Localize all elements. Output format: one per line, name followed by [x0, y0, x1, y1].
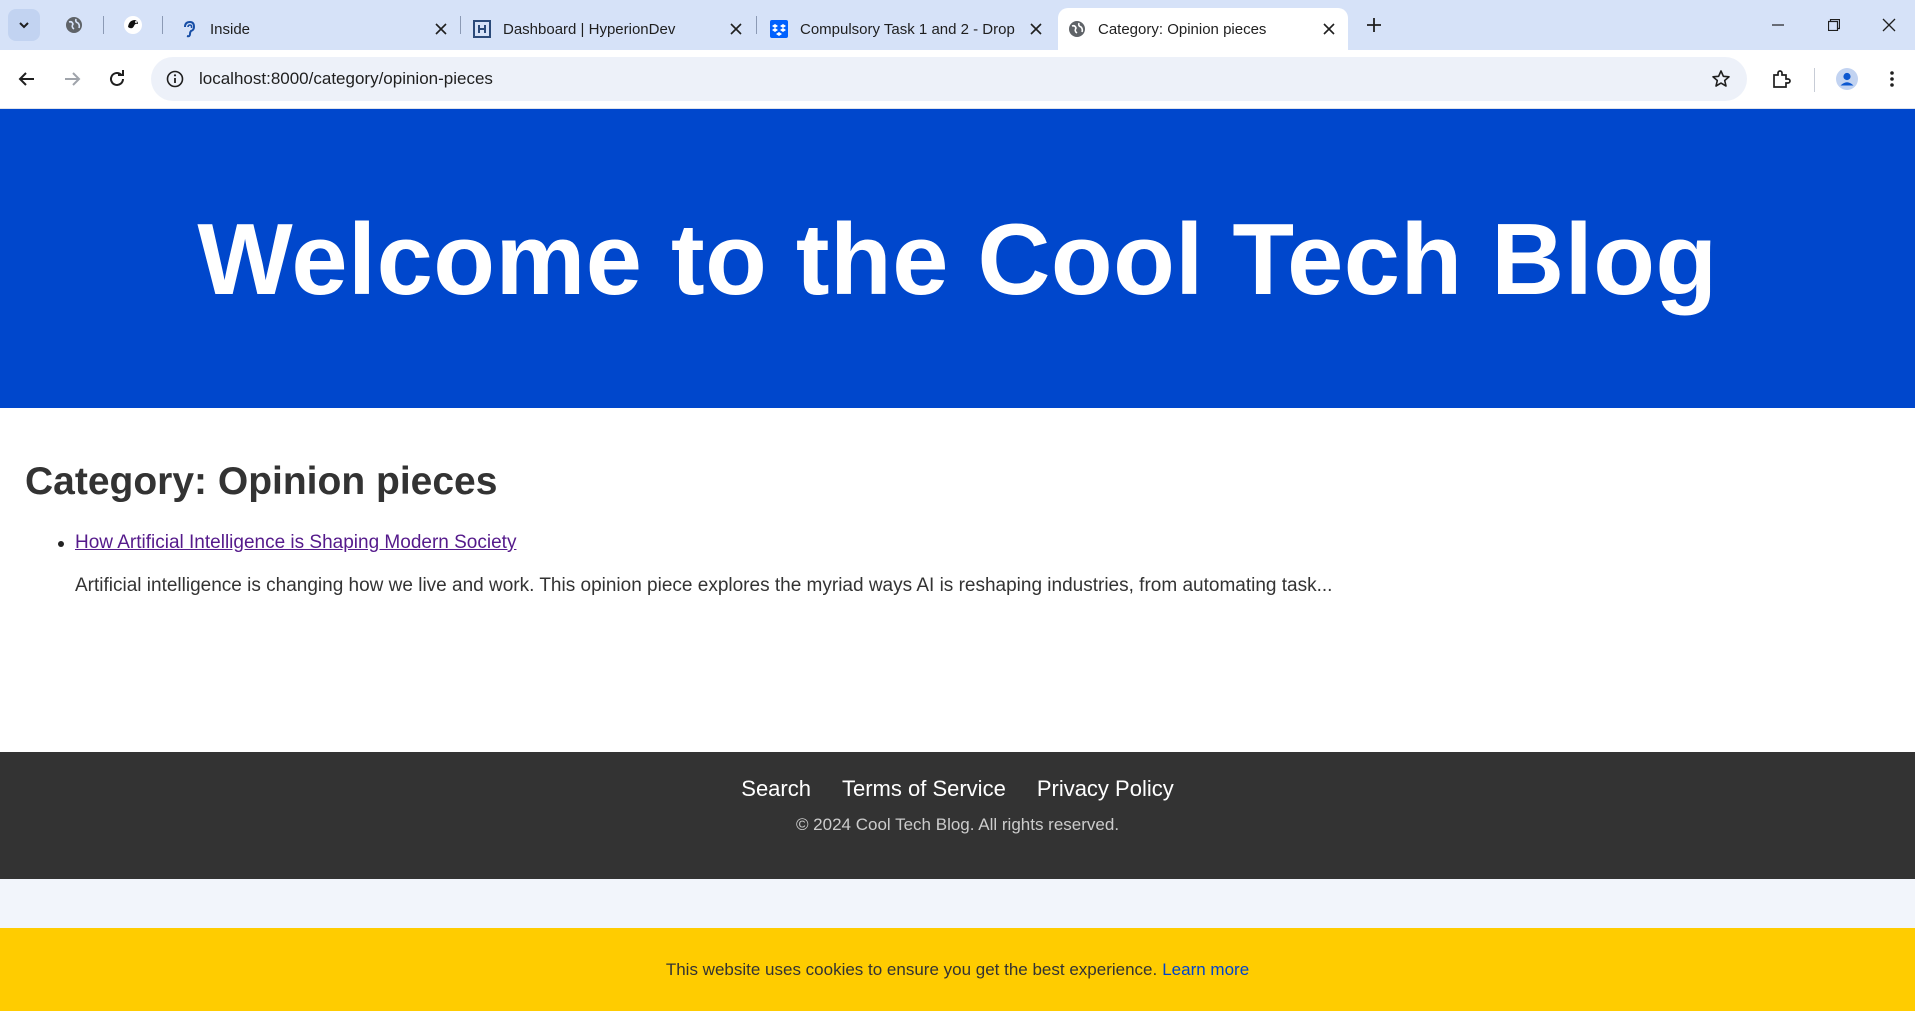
pinned-tab-1[interactable]: [58, 9, 90, 41]
avatar-icon: [1836, 68, 1858, 90]
tab-separator: [103, 16, 104, 34]
restore-button[interactable]: [1806, 0, 1862, 50]
more-vertical-icon: [1890, 71, 1894, 87]
globe-icon: [1068, 20, 1086, 38]
bird-logo-icon: [124, 16, 142, 34]
close-window-button[interactable]: [1862, 0, 1915, 50]
tab-category-opinion-pieces[interactable]: Category: Opinion pieces: [1058, 8, 1348, 50]
post-excerpt: Artificial intelligence is changing how …: [75, 575, 1333, 596]
tab-title: Dashboard | HyperionDev: [503, 20, 676, 38]
arrow-left-icon: [18, 72, 34, 86]
toolbar-divider: [1814, 68, 1815, 92]
ear-icon: [180, 20, 198, 38]
close-icon[interactable]: [432, 20, 450, 38]
page-viewport: Welcome to the Cool Tech Blog Category: …: [0, 109, 1915, 1011]
arrow-right-icon: [65, 72, 81, 86]
tab-title: Inside: [210, 20, 251, 38]
post-title-link[interactable]: How Artificial Intelligence is Shaping M…: [75, 532, 516, 553]
tab-inside[interactable]: Inside: [170, 8, 460, 50]
footer-link-privacy[interactable]: Privacy Policy: [1037, 776, 1174, 802]
tab-title: Category: Opinion pieces: [1098, 20, 1267, 38]
copyright-text: © 2024 Cool Tech Blog. All rights reserv…: [795, 815, 1120, 834]
globe-icon: [66, 17, 82, 33]
main-content: Category: Opinion pieces How Artificial …: [0, 408, 1915, 752]
reload-button[interactable]: [100, 62, 134, 96]
hyperiondev-icon: [473, 20, 491, 38]
site-title: Welcome to the Cool Tech Blog: [197, 204, 1718, 316]
footer-nav: Search Terms of Service Privacy Policy: [0, 776, 1915, 802]
pinned-tab-2[interactable]: [117, 9, 149, 41]
site-info-icon[interactable]: [153, 57, 197, 101]
tab-search-button[interactable]: [8, 9, 40, 41]
bookmark-star-icon[interactable]: [1705, 63, 1737, 95]
forward-button[interactable]: [55, 62, 89, 96]
extensions-button[interactable]: [1764, 62, 1798, 96]
restore-icon: [1828, 19, 1840, 31]
site-header: Welcome to the Cool Tech Blog: [0, 109, 1915, 408]
tab-hyperiondev[interactable]: Dashboard | HyperionDev: [463, 8, 755, 50]
tab-separator: [756, 16, 757, 34]
close-icon[interactable]: [1027, 20, 1045, 38]
reload-icon: [110, 70, 124, 86]
new-tab-button[interactable]: [1358, 9, 1390, 41]
post-list: How Artificial Intelligence is Shaping M…: [58, 532, 1333, 597]
bullet-icon: [58, 541, 64, 547]
puzzle-icon: [1773, 70, 1791, 88]
url-text: localhost:8000/category/opinion-pieces: [199, 69, 493, 88]
close-icon[interactable]: [1320, 20, 1338, 38]
chevron-down-icon: [19, 22, 29, 29]
footer-link-terms[interactable]: Terms of Service: [842, 776, 1006, 802]
tab-title: Compulsory Task 1 and 2 - Drop: [800, 20, 1015, 38]
browser-menu-button[interactable]: [1875, 62, 1909, 96]
minimize-icon: [1772, 24, 1784, 26]
profile-button[interactable]: [1830, 62, 1864, 96]
close-icon: [1882, 18, 1895, 32]
plus-icon: [1367, 18, 1381, 32]
cookie-learn-more-link[interactable]: Learn more: [1162, 960, 1249, 980]
tab-strip: Inside Dashboard | HyperionDev Compulsor…: [0, 0, 1915, 50]
close-icon[interactable]: [727, 20, 745, 38]
address-bar[interactable]: localhost:8000/category/opinion-pieces: [151, 57, 1747, 101]
browser-toolbar: localhost:8000/category/opinion-pieces: [0, 50, 1915, 109]
minimize-button[interactable]: [1750, 0, 1806, 50]
dropbox-icon: [770, 20, 788, 38]
category-heading: Category: Opinion pieces: [25, 460, 498, 503]
tab-separator: [460, 16, 461, 34]
list-item: How Artificial Intelligence is Shaping M…: [58, 532, 1333, 597]
tab-separator: [162, 16, 163, 34]
cookie-text: This website uses cookies to ensure you …: [665, 959, 1158, 979]
cookie-banner: This website uses cookies to ensure you …: [0, 928, 1915, 1011]
site-footer: Search Terms of Service Privacy Policy ©…: [0, 752, 1915, 879]
footer-link-search[interactable]: Search: [741, 776, 811, 802]
back-button[interactable]: [10, 62, 44, 96]
tab-dropbox[interactable]: Compulsory Task 1 and 2 - Drop: [760, 8, 1055, 50]
